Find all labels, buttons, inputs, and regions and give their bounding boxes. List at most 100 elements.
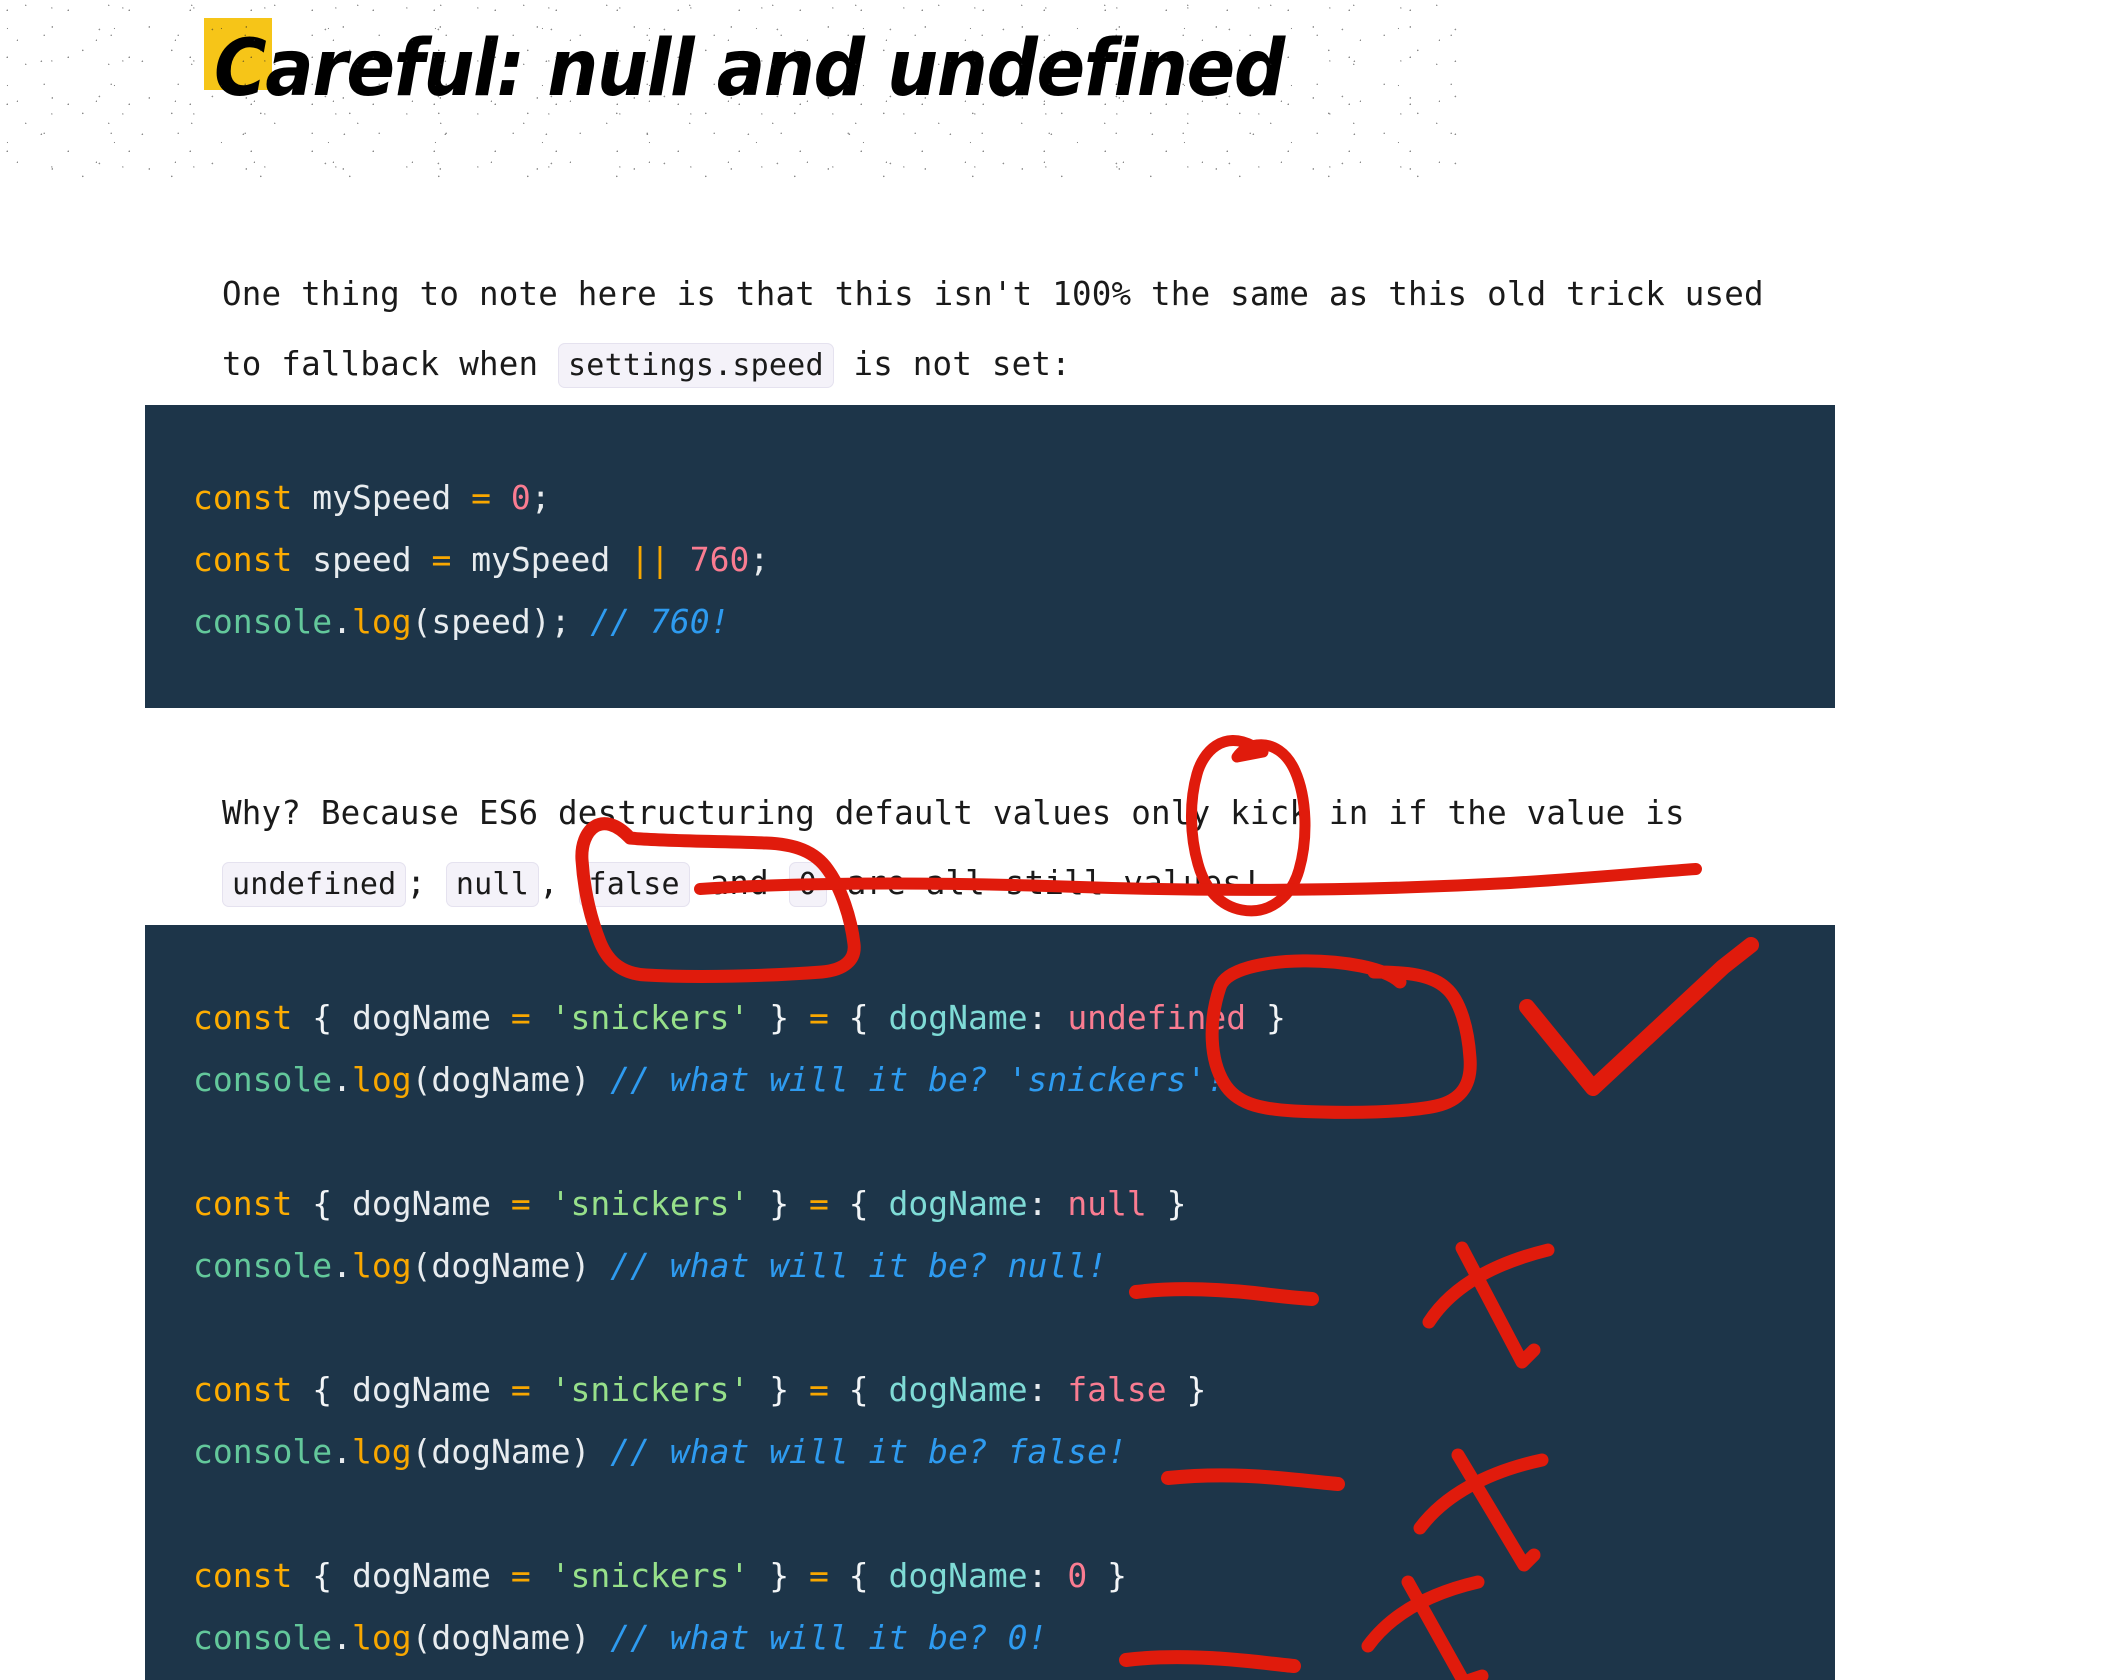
code-token-op: = xyxy=(808,1556,829,1595)
code-token-num: undefined xyxy=(1067,998,1247,1037)
code-token-plain: mySpeed xyxy=(312,478,452,517)
code-token-op: = xyxy=(510,1556,531,1595)
code-token-plain: dogName xyxy=(351,1184,492,1223)
code-token-num: null xyxy=(1067,1184,1147,1223)
code-token-cmt: // what will it be? false! xyxy=(610,1432,1127,1471)
code-token-green: console xyxy=(193,1432,333,1471)
code-token-green: console xyxy=(193,602,333,641)
code-token-fn: log xyxy=(351,1060,412,1099)
code-token-punct: { xyxy=(848,1556,869,1595)
code-token-num: 760 xyxy=(689,540,750,579)
code-token-str: 'snickers' xyxy=(550,998,750,1037)
code-token-punct: } xyxy=(1107,1556,1127,1595)
inline-code-zero: 0 xyxy=(788,861,827,907)
code-token-cmt: // what will it be? null! xyxy=(610,1246,1107,1285)
code-token-kw: const xyxy=(193,540,293,579)
code-token-plain: (dogName) xyxy=(411,1432,611,1471)
code-token-num: 0 xyxy=(510,478,531,517)
code-token-punct: } xyxy=(769,998,790,1037)
code-token-cmt: // what will it be? 'snickers'! xyxy=(610,1060,1227,1099)
code-token-punct: { xyxy=(312,998,333,1037)
code-token-plain: dogName xyxy=(351,998,492,1037)
code-token-key: dogName xyxy=(888,1556,1028,1595)
code-token-plain: (dogName) xyxy=(411,1060,611,1099)
code-token-plain: . xyxy=(332,602,352,641)
code-line: console.log(dogName) // what will it be?… xyxy=(193,1235,1835,1297)
code-token-str: 'snickers' xyxy=(550,1556,750,1595)
code-block-destructuring-examples: const { dogName = 'snickers' } = { dogNa… xyxy=(145,925,1835,1680)
why-text-part4: and xyxy=(689,863,789,902)
code-token-fn: log xyxy=(351,602,412,641)
code-token-kw: const xyxy=(193,1184,293,1223)
code-token-op: = xyxy=(471,478,492,517)
code-token-plain: (speed); xyxy=(411,602,591,641)
code-token-op: = xyxy=(510,1184,531,1223)
code-token-cmt: // 760! xyxy=(590,602,730,641)
code-token-plain: dogName xyxy=(351,1370,492,1409)
code-token-plain: (dogName) xyxy=(411,1618,611,1657)
code-token-punct: } xyxy=(1186,1370,1207,1409)
code-token-green: console xyxy=(193,1060,333,1099)
code-token-punct: { xyxy=(312,1556,333,1595)
why-paragraph: Why? Because ES6 destructuring default v… xyxy=(222,778,1792,920)
code-token-punct: { xyxy=(312,1184,333,1223)
code-token-key: dogName xyxy=(888,1184,1028,1223)
code-token-op: = xyxy=(431,540,452,579)
why-text-part3: , xyxy=(538,863,579,902)
page-header: Careful: null and undefined xyxy=(0,0,1460,178)
code-token-cmt: // what will it be? 0! xyxy=(610,1618,1048,1657)
code-line: const { dogName = 'snickers' } = { dogNa… xyxy=(193,1173,1835,1235)
inline-code-settings-speed: settings.speed xyxy=(558,342,834,388)
code-token-plain: (dogName) xyxy=(411,1246,611,1285)
code-token-op: = xyxy=(510,1370,531,1409)
code-token-str: 'snickers' xyxy=(550,1184,750,1223)
code-token-punct: } xyxy=(769,1370,790,1409)
inline-code-undefined: undefined xyxy=(222,861,407,907)
code-token-punct: { xyxy=(312,1370,333,1409)
code-token-punct: } xyxy=(769,1556,790,1595)
page-title: Careful: null and undefined xyxy=(214,24,1285,114)
code-line: console.log(dogName) // what will it be?… xyxy=(193,1607,1835,1669)
code-token-plain: dogName xyxy=(351,1556,492,1595)
code-token-num: false xyxy=(1067,1370,1167,1409)
code-line: const mySpeed = 0; xyxy=(193,467,1835,529)
code-line: const { dogName = 'snickers' } = { dogNa… xyxy=(193,987,1835,1049)
why-text-part2: ; xyxy=(406,863,446,902)
inline-code-null: null xyxy=(445,861,539,907)
code-token-key: dogName xyxy=(888,998,1028,1037)
code-token-punct: } xyxy=(1166,1184,1187,1223)
code-token-str: 'snickers' xyxy=(550,1370,750,1409)
code-token-op: = xyxy=(510,998,531,1037)
code-token-plain: : xyxy=(1027,1184,1068,1223)
code-token-fn: log xyxy=(351,1618,412,1657)
code-token-plain: : xyxy=(1027,1370,1068,1409)
why-text-part1: Why? Because ES6 destructuring default v… xyxy=(222,793,1685,832)
code-token-op: = xyxy=(808,1370,829,1409)
